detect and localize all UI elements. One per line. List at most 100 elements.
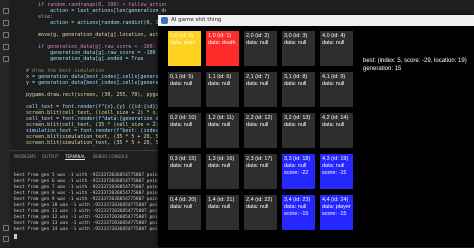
cell-data-label: data: null	[284, 204, 307, 210]
cell-score-label: score: -15	[322, 211, 347, 217]
cell-coord-label: 1,4 (id: 21)	[208, 197, 235, 203]
cell-data-label: data: null	[170, 204, 193, 210]
grid-cell: 1,4 (id: 21) data: null	[206, 195, 239, 230]
grid-cell: 0,0 (id: 0) data: point	[168, 31, 201, 66]
cell-coord-label: 1,0 (id: 1)	[208, 33, 232, 39]
cell-coord-label: 4,1 (id: 9)	[322, 74, 346, 80]
cell-coord-label: 4,4 (id: 24)	[322, 197, 349, 203]
cell-coord-label: 1,2 (id: 11)	[208, 115, 234, 121]
grid-cell: 2,2 (id: 12) data: null	[244, 113, 277, 148]
cell-data-label: data: null	[246, 40, 269, 46]
terminal-line: best from gen 11 was -1 with -9223372036…	[14, 209, 166, 214]
settings-gear-icon[interactable]	[3, 236, 9, 242]
cell-data-label: data: null	[284, 122, 307, 128]
activity-bar	[0, 0, 10, 247]
run-debug-icon[interactable]	[3, 44, 9, 50]
grid-cell: 1,1 (id: 6) data: null	[206, 72, 239, 107]
cell-coord-label: 4,2 (id: 14)	[322, 115, 349, 121]
cell-data-label: data: null	[284, 163, 307, 169]
cell-data-label: data: null	[322, 122, 345, 128]
cell-data-label: data: null	[246, 204, 269, 210]
code-line: y = generation_data[best_index].cells[ge…	[26, 80, 166, 86]
terminal-line: best from gen 9 was -1 with -92233720368…	[14, 197, 164, 202]
grid-cell: 4,1 (id: 9) data: null	[320, 72, 353, 107]
grid-cell: 3,1 (id: 8) data: null	[282, 72, 315, 107]
window-title: AI game shit thing	[171, 17, 222, 23]
code-editor[interactable]: if random.randrange(0, 100) < fallow_act…	[10, 0, 166, 147]
cell-coord-label: 3,1 (id: 8)	[284, 74, 308, 80]
grid-cell: 2,1 (id: 7) data: null	[244, 72, 277, 107]
pygame-app-icon	[161, 17, 168, 24]
cell-data-label: data: null	[246, 163, 269, 169]
grid-cell: 0,2 (id: 10) data: null	[168, 113, 201, 148]
tab-debug-console[interactable]: DEBUG CONSOLE	[93, 154, 128, 159]
cell-coord-label: 1,1 (id: 6)	[208, 74, 232, 80]
cell-coord-label: 3,3 (id: 18)	[284, 156, 311, 162]
cell-data-label: data: null	[322, 163, 345, 169]
grid-cell: 3,0 (id: 3) data: null	[282, 31, 315, 66]
code-line: pygame.draw.rect(screen, (30, 255, 70), …	[26, 92, 166, 98]
cell-coord-label: 2,4 (id: 22)	[246, 197, 273, 203]
cell-data-label: data: point	[170, 40, 196, 46]
code-line: move(g, generation_data[g].location, act…	[14, 32, 166, 38]
cell-data-label: data: null	[208, 81, 231, 87]
terminal-cursor	[14, 234, 17, 239]
grid-cell: 4,2 (id: 14) data: null	[320, 113, 353, 148]
terminal-line: best from gen 14 was -1 with -9223372036…	[14, 227, 166, 232]
cell-data-label: data: player	[322, 204, 351, 210]
game-canvas[interactable]: 0,0 (id: 0) data: point 1,0 (id: 1) data: d…	[158, 26, 474, 247]
cell-coord-label: 4,3 (id: 19)	[322, 156, 349, 162]
cell-data-label: data: null	[208, 122, 231, 128]
grid-cell: 0,4 (id: 20) data: null	[168, 195, 201, 230]
cell-coord-label: 3,0 (id: 3)	[284, 33, 308, 39]
explorer-icon[interactable]	[3, 8, 9, 14]
terminal-line: best from gen 5 was -1 with -92233720368…	[14, 173, 164, 178]
cell-data-label: data: death	[208, 40, 236, 46]
cell-score-label: score: -15	[322, 170, 347, 176]
cell-coord-label: 0,4 (id: 20)	[170, 197, 197, 203]
tab-terminal[interactable]: TERMINAL	[65, 154, 86, 160]
game-window[interactable]: AI game shit thing 0,0 (id: 0) data: poin…	[158, 15, 474, 247]
grid-cell: 2,3 (id: 17) data: null	[244, 154, 277, 189]
grid-cell: 3,4 (id: 23) data: null score: -15	[282, 195, 315, 230]
cell-coord-label: 3,4 (id: 23)	[284, 197, 311, 203]
cell-data-label: data: null	[170, 81, 193, 87]
grid-cell: 0,1 (id: 5) data: null	[168, 72, 201, 107]
grid-cell: 2,0 (id: 2) data: null	[244, 31, 277, 66]
terminal-line: best from gen 7 was -1 with -92233720368…	[14, 185, 164, 190]
terminal-line: best from gen 6 was -1 with -92233720368…	[14, 179, 164, 184]
tab-problems[interactable]: PROBLEMS	[14, 154, 36, 159]
search-icon[interactable]	[3, 20, 9, 26]
code-line: generation_data[g].ended = True	[14, 56, 144, 62]
cell-coord-label: 0,2 (id: 10)	[170, 115, 197, 121]
cell-coord-label: 1,3 (id: 16)	[208, 156, 235, 162]
window-titlebar[interactable]: AI game shit thing	[158, 15, 474, 26]
terminal-line: best from gen 13 was -1 with -9223372036…	[14, 221, 166, 226]
cell-data-label: data: null	[246, 122, 269, 128]
cell-coord-label: 3,2 (id: 13)	[284, 115, 311, 121]
terminal-panel[interactable]: PROBLEMS OUTPUT TERMINAL DEBUG CONSOLE b…	[10, 150, 166, 248]
extensions-icon[interactable]	[3, 56, 9, 62]
grid-cell: 3,3 (id: 18) data: null score: -22	[282, 154, 315, 189]
cell-coord-label: 2,0 (id: 2)	[246, 33, 270, 39]
cell-data-label: data: null	[284, 81, 307, 87]
account-icon[interactable]	[3, 225, 9, 231]
tab-output[interactable]: OUTPUT	[42, 154, 58, 159]
cell-coord-label: 2,2 (id: 12)	[246, 115, 273, 121]
source-control-icon[interactable]	[3, 32, 9, 38]
best-simulation-text: best: (index: 5, score: -29, location: 1…	[363, 58, 467, 64]
grid-cell: 1,2 (id: 11) data: null	[206, 113, 239, 148]
generation-text: generation: 15	[363, 66, 402, 72]
cell-coord-label: 0,3 (id: 15)	[170, 156, 197, 162]
code-line: screen.blit(simulation_text, (35 * 5 + 2…	[14, 140, 165, 146]
grid-cell: 4,4 (id: 24) data: player score: -15	[320, 195, 353, 230]
cell-coord-label: 0,0 (id: 0)	[170, 33, 194, 39]
cell-data-label: data: null	[208, 163, 231, 169]
cell-score-label: score: -22	[284, 170, 309, 176]
grid-cell: 1,3 (id: 16) data: null	[206, 154, 239, 189]
grid-cell: 3,2 (id: 13) data: null	[282, 113, 315, 148]
cell-data-label: data: null	[208, 204, 231, 210]
grid-cell: 0,3 (id: 15) data: null	[168, 154, 201, 189]
cell-data-label: data: null	[170, 122, 193, 128]
cell-data-label: data: null	[170, 163, 193, 169]
